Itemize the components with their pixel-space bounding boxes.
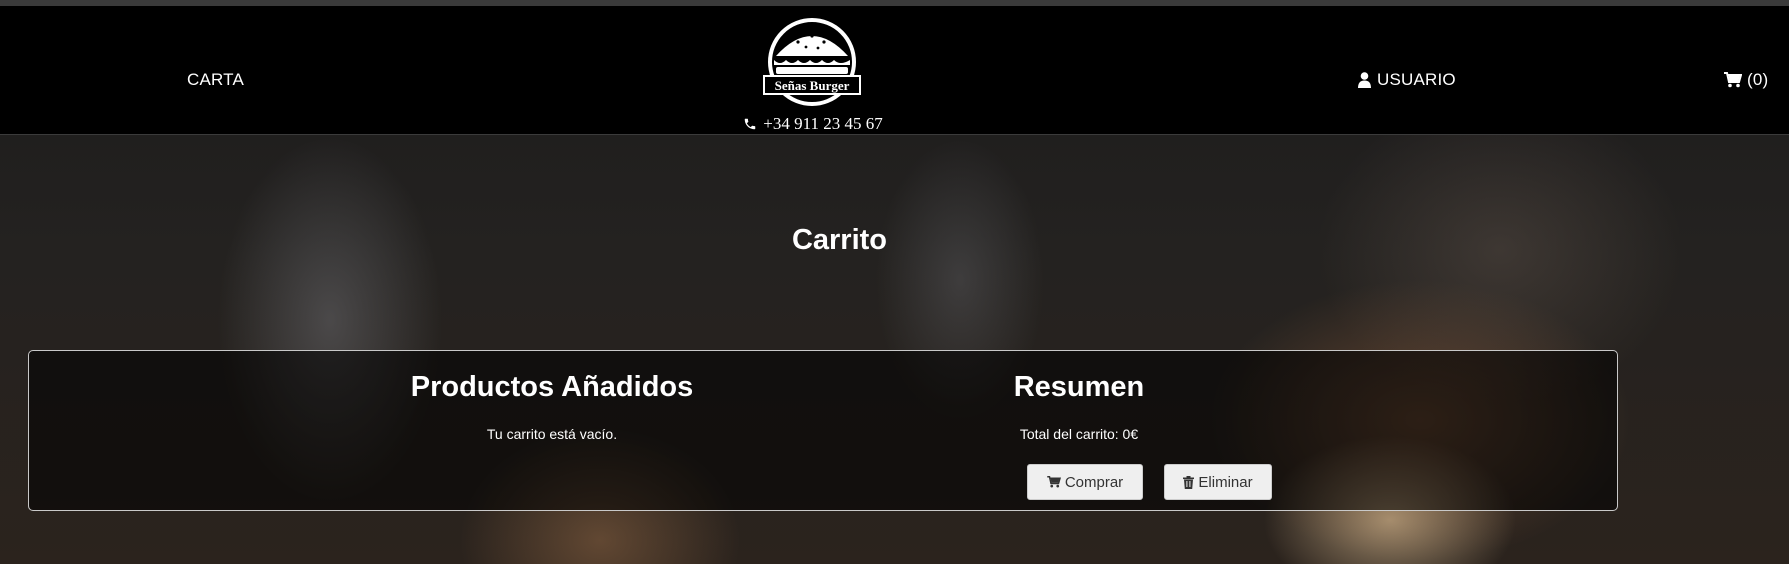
phone-icon <box>743 117 757 131</box>
buy-label: Comprar <box>1064 473 1124 491</box>
trash-icon <box>1183 475 1195 489</box>
nav-carta-link[interactable]: CARTA <box>187 70 244 90</box>
cart-panel: Productos Añadidos Tu carrito está vacío… <box>28 350 1618 511</box>
user-icon <box>1358 72 1371 88</box>
nav-cart-link[interactable]: (0) <box>1724 70 1768 90</box>
cart-total: Total del carrito: 0€ <box>1019 426 1139 442</box>
delete-button[interactable]: Eliminar <box>1164 464 1272 500</box>
shopping-cart-icon <box>1724 72 1742 88</box>
logo-text: Señas Burger <box>775 78 850 93</box>
empty-cart-message: Tu carrito está vacío. <box>486 426 618 442</box>
products-title: Productos Añadidos <box>410 371 694 403</box>
nav-usuario-link[interactable]: USUARIO <box>1358 70 1456 90</box>
senas-burger-logo[interactable]: Señas Burger <box>758 16 866 106</box>
summary-title: Resumen <box>1013 371 1145 403</box>
usuario-label: USUARIO <box>1377 70 1456 89</box>
delete-label: Eliminar <box>1198 473 1253 491</box>
phone-number: +34 911 23 45 67 <box>0 114 1626 134</box>
buy-button[interactable]: Comprar <box>1027 464 1143 500</box>
phone-text[interactable]: +34 911 23 45 67 <box>763 114 882 134</box>
site-header: CARTA Señas Burger +34 911 23 45 67 USUA… <box>0 6 1789 135</box>
page-title: Carrito <box>791 224 888 256</box>
shopping-cart-icon <box>1047 476 1061 488</box>
cart-count: (0) <box>1747 70 1769 89</box>
